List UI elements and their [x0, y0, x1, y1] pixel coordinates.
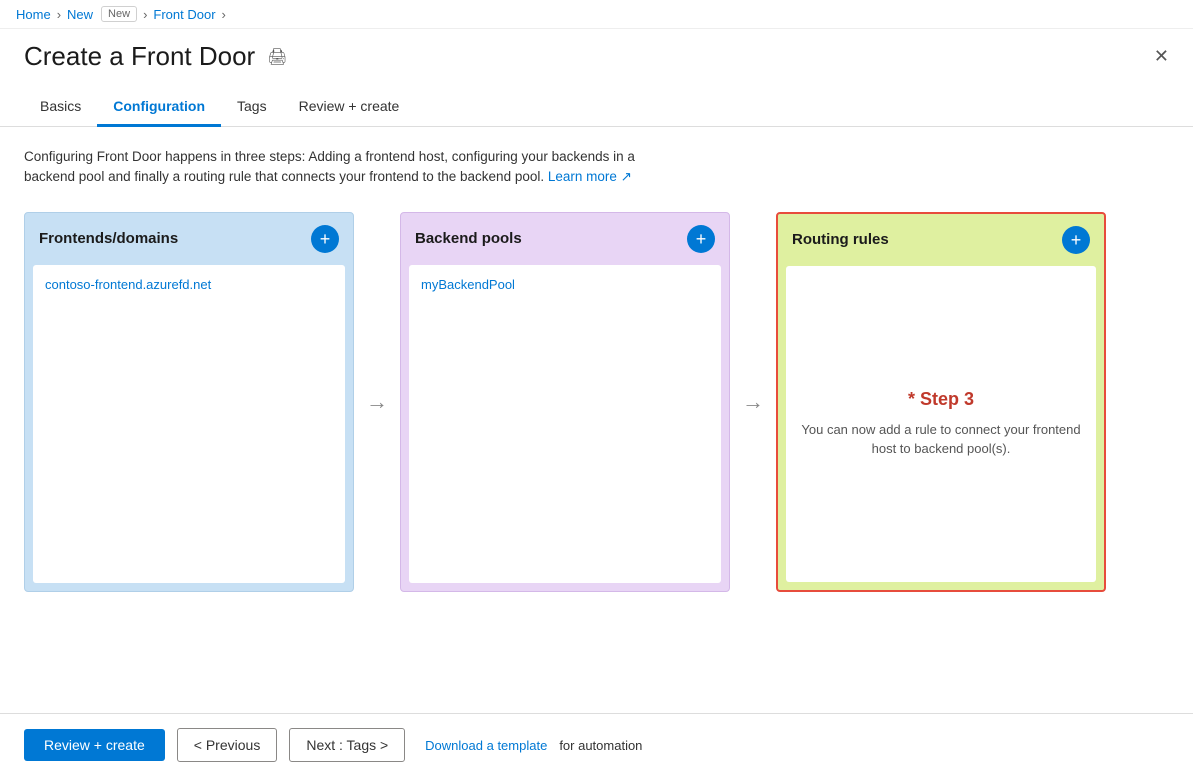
breadcrumb-frontdoor[interactable]: Front Door — [153, 7, 215, 22]
download-template-link[interactable]: Download a template — [425, 738, 547, 753]
page-title: Create a Front Door — [24, 41, 255, 72]
routing-panel-wrapper: Routing rules + * Step 3 You can now add… — [776, 212, 1106, 592]
tab-configuration[interactable]: Configuration — [97, 88, 221, 127]
add-backend-button[interactable]: + — [687, 225, 715, 253]
frontend-panel-wrapper: Frontends/domains + contoso-frontend.azu… — [24, 212, 354, 592]
backend-panel-header: Backend pools + — [401, 213, 729, 265]
breadcrumb-sep2: › — [143, 7, 147, 22]
frontends-panel-title: Frontends/domains — [39, 230, 178, 247]
title-area: Create a Front Door 🖨 — [24, 41, 288, 72]
frontends-panel: Frontends/domains + contoso-frontend.azu… — [24, 212, 354, 592]
tab-review-create[interactable]: Review + create — [283, 88, 416, 127]
bottom-bar: Review + create < Previous Next : Tags >… — [0, 713, 1193, 776]
routing-panel-title: Routing rules — [792, 231, 889, 248]
backend-item[interactable]: myBackendPool — [421, 277, 709, 292]
new-badge: New — [101, 6, 137, 22]
add-routing-button[interactable]: + — [1062, 226, 1090, 254]
breadcrumb-sep1: › — [57, 7, 61, 22]
breadcrumb: Home › New New › Front Door › — [16, 6, 226, 22]
review-create-button[interactable]: Review + create — [24, 729, 165, 761]
routing-panel-header: Routing rules + — [778, 214, 1104, 266]
print-icon[interactable]: 🖨 — [267, 47, 287, 67]
routing-panel: Routing rules + * Step 3 You can now add… — [776, 212, 1106, 592]
tabs: Basics Configuration Tags Review + creat… — [0, 88, 1193, 127]
arrow-2: → — [730, 212, 776, 592]
frontends-panel-header: Frontends/domains + — [25, 213, 353, 265]
step-3-label: * Step 3 — [908, 389, 974, 410]
page-wrapper: Home › New New › Front Door › Create a F… — [0, 0, 1193, 776]
backend-panel: Backend pools + myBackendPool — [400, 212, 730, 592]
breadcrumb-sep3: › — [222, 7, 226, 22]
backend-panel-title: Backend pools — [415, 230, 522, 247]
breadcrumb-new[interactable]: New — [67, 7, 93, 22]
top-bar: Home › New New › Front Door › — [0, 0, 1193, 29]
step-3-desc: You can now add a rule to connect your f… — [798, 420, 1084, 459]
panels-container: Frontends/domains + contoso-frontend.azu… — [0, 196, 1193, 608]
breadcrumb-home[interactable]: Home — [16, 7, 51, 22]
add-frontend-button[interactable]: + — [311, 225, 339, 253]
next-tags-button[interactable]: Next : Tags > — [289, 728, 405, 762]
frontend-item[interactable]: contoso-frontend.azurefd.net — [45, 277, 333, 292]
tab-tags[interactable]: Tags — [221, 88, 283, 127]
download-template-text: for automation — [559, 738, 642, 753]
routing-panel-body: * Step 3 You can now add a rule to conne… — [786, 266, 1096, 582]
backend-panel-body: myBackendPool — [409, 265, 721, 583]
close-icon[interactable]: ✕ — [1154, 46, 1169, 67]
tab-basics[interactable]: Basics — [24, 88, 97, 127]
previous-button[interactable]: < Previous — [177, 728, 278, 762]
frontends-panel-body: contoso-frontend.azurefd.net — [33, 265, 345, 583]
arrow-1: → — [354, 212, 400, 592]
backend-panel-wrapper: Backend pools + myBackendPool — [400, 212, 730, 592]
learn-more-link[interactable]: Learn more ↗ — [548, 169, 632, 184]
page-header: Create a Front Door 🖨 ✕ — [0, 29, 1193, 76]
description: Configuring Front Door happens in three … — [0, 127, 680, 196]
